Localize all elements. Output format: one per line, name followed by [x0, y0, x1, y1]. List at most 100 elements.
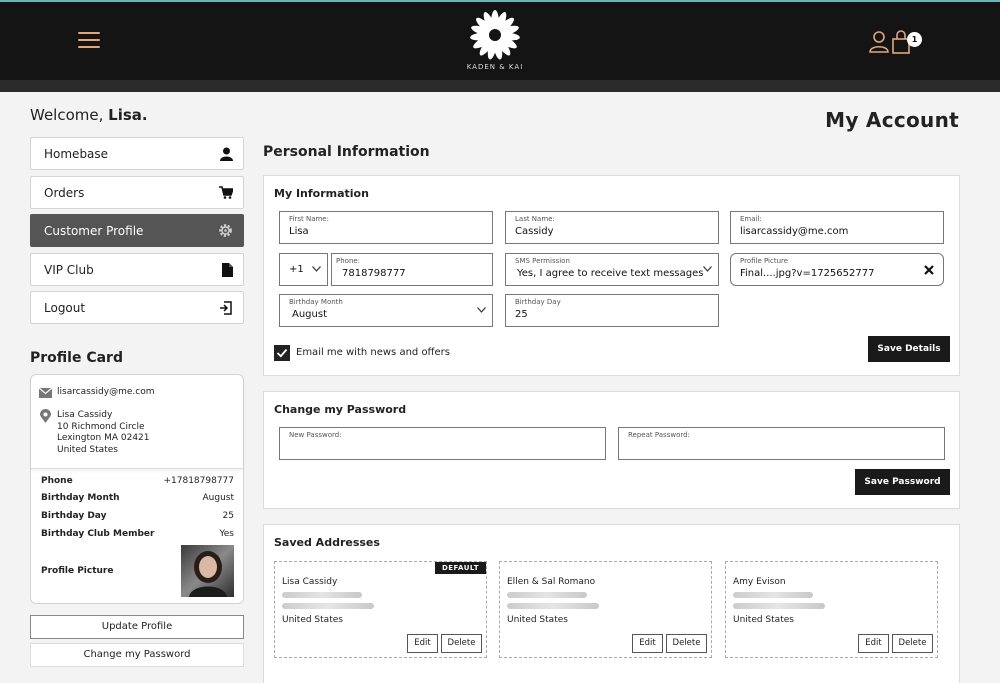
daisy-logo-icon: [470, 10, 520, 60]
repeat-password-field[interactable]: Repeat Password:: [618, 427, 945, 460]
birthday-month-select[interactable]: Birthday Month August: [279, 294, 493, 327]
profile-address: Lisa Cassidy 10 Richmond Circle Lexingto…: [57, 410, 150, 456]
address-line: Lexington MA 02421: [57, 433, 150, 443]
profile-picture-thumbnail: [181, 545, 234, 597]
redacted-city: [507, 603, 599, 609]
profile-row-key: Profile Picture: [41, 566, 114, 576]
profile-row-birthday-month: Birthday Month August: [41, 493, 234, 503]
user-icon: [220, 147, 233, 161]
change-password-button[interactable]: Change my Password: [30, 643, 244, 667]
welcome-name: Lisa.: [108, 106, 148, 124]
account-icon[interactable]: [869, 30, 889, 54]
first-name-field[interactable]: First Name: Lisa: [279, 211, 493, 244]
profile-picture-upload[interactable]: Profile Picture Final....jpg?v=172565277…: [730, 253, 944, 286]
address-line: United States: [57, 444, 118, 455]
field-value: 25: [515, 309, 528, 320]
field-value: +1: [289, 264, 304, 275]
brand-name: KADEN & KAI: [466, 63, 524, 71]
field-label: New Password:: [289, 431, 342, 439]
field-value: Cassidy: [515, 226, 554, 237]
sidebar-item-orders[interactable]: Orders: [30, 176, 244, 209]
country-code-select[interactable]: +1: [279, 253, 328, 286]
address-name: Lisa Cassidy: [282, 577, 338, 587]
sidebar-item-customer-profile[interactable]: Customer Profile: [30, 214, 244, 247]
profile-row-value: 25: [222, 511, 234, 521]
sidebar-item-logout[interactable]: Logout: [30, 291, 244, 324]
default-badge: DEFAULT: [434, 562, 486, 574]
field-value: 7818798777: [342, 268, 406, 279]
profile-row-birthday-club: Birthday Club Member Yes: [41, 529, 234, 539]
field-label: Last Name:: [515, 215, 555, 223]
sms-permission-select[interactable]: SMS Permission Yes, I agree to receive t…: [505, 253, 719, 286]
email-opt-in-label[interactable]: Email me with news and offers: [296, 347, 450, 358]
address-card: Amy Evison United States Edit Delete: [725, 561, 938, 658]
profile-row-key: Birthday Day: [41, 511, 107, 521]
field-value: Final....jpg?v=1725652777: [740, 268, 875, 279]
profile-row-key: Birthday Month: [41, 493, 120, 503]
mail-icon: [39, 388, 52, 398]
location-pin-icon: [40, 409, 51, 423]
email-field[interactable]: Email: lisarcassidy@me.com: [730, 211, 944, 244]
profile-row-value: August: [202, 493, 235, 503]
address-country: United States: [507, 615, 568, 625]
address-card: DEFAULT Lisa Cassidy United States Edit …: [274, 561, 487, 658]
redacted-city: [282, 603, 374, 609]
sidebar-item-label: Customer Profile: [44, 223, 144, 238]
phone-field[interactable]: Phone: 7818798777: [331, 253, 493, 286]
my-information-card: My Information First Name: Lisa Last Nam…: [263, 175, 960, 376]
chevron-down-icon: [703, 266, 712, 272]
profile-row-key: Phone: [41, 476, 73, 486]
saved-addresses-card: Saved Addresses DEFAULT Lisa Cassidy Uni…: [263, 524, 960, 683]
change-password-card: Change my Password New Password: Repeat …: [263, 391, 960, 509]
field-label: Profile Picture: [740, 257, 789, 265]
last-name-field[interactable]: Last Name: Cassidy: [505, 211, 719, 244]
checkmark-icon: [276, 348, 288, 358]
page-title: My Account: [825, 108, 959, 132]
update-profile-button[interactable]: Update Profile: [30, 615, 244, 639]
section-title: Personal Information: [263, 144, 430, 160]
delete-address-button[interactable]: Delete: [441, 634, 482, 653]
address-country: United States: [733, 615, 794, 625]
save-details-button[interactable]: Save Details: [868, 336, 950, 362]
document-icon: [222, 262, 233, 277]
profile-row-value: Yes: [219, 529, 234, 539]
profile-row-key: Birthday Club Member: [41, 529, 155, 539]
header-strip: [0, 80, 1000, 92]
email-opt-in-checkbox[interactable]: [274, 345, 290, 361]
field-label: SMS Permission: [515, 257, 570, 265]
card-title: My Information: [274, 187, 369, 200]
profile-card: lisarcassidy@me.com Lisa Cassidy 10 Rich…: [30, 374, 244, 604]
sidebar-item-vip-club[interactable]: VIP Club: [30, 253, 244, 286]
menu-icon[interactable]: [78, 32, 100, 50]
edit-address-button[interactable]: Edit: [858, 634, 889, 653]
close-icon[interactable]: [924, 265, 934, 275]
chevron-down-icon: [312, 266, 321, 272]
edit-address-button[interactable]: Edit: [407, 634, 438, 653]
profile-row-birthday-day: Birthday Day 25: [41, 511, 234, 521]
field-label: Birthday Month: [289, 298, 343, 306]
address-card: Ellen & Sal Romano United States Edit De…: [499, 561, 712, 658]
delete-address-button[interactable]: Delete: [892, 634, 933, 653]
save-password-button[interactable]: Save Password: [855, 469, 950, 495]
sidebar-item-homebase[interactable]: Homebase: [30, 137, 244, 170]
sidebar-item-label: Homebase: [44, 146, 109, 161]
sidebar-item-label: VIP Club: [44, 262, 94, 277]
cart-count-badge: 1: [907, 32, 922, 47]
profile-row-value: +17818798777: [163, 476, 234, 486]
field-value: August: [292, 309, 327, 320]
sidebar-item-label: Logout: [44, 300, 86, 315]
delete-address-button[interactable]: Delete: [666, 634, 707, 653]
redacted-city: [733, 603, 825, 609]
edit-address-button[interactable]: Edit: [632, 634, 663, 653]
field-value: Yes, I agree to receive text messages: [517, 268, 704, 279]
brand-logo[interactable]: KADEN & KAI: [462, 8, 528, 76]
field-value: lisarcassidy@me.com: [740, 226, 849, 237]
birthday-day-field[interactable]: Birthday Day 25: [505, 294, 719, 327]
welcome-message: Welcome, Lisa.: [30, 106, 148, 124]
profile-contact-block: lisarcassidy@me.com Lisa Cassidy 10 Rich…: [31, 375, 243, 469]
profile-card-title: Profile Card: [30, 350, 123, 366]
field-label: Birthday Day: [515, 298, 561, 306]
new-password-field[interactable]: New Password:: [279, 427, 606, 460]
address-name: Amy Evison: [733, 577, 786, 587]
address-line: Lisa Cassidy: [57, 410, 113, 420]
